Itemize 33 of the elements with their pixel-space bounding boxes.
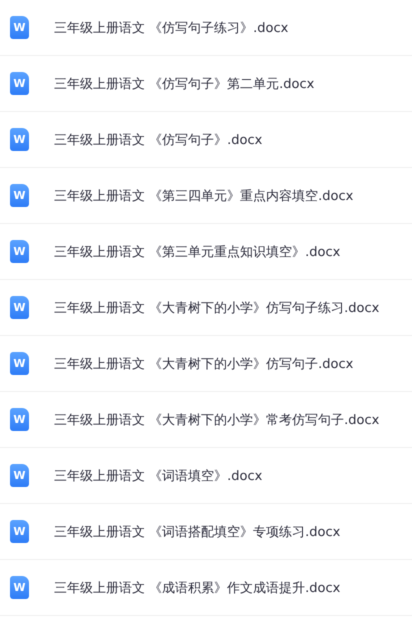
word-file-icon: W: [10, 576, 29, 599]
file-name: 三年级上册语文 《大青树下的小学》仿写句子练习.docx: [54, 300, 380, 316]
word-file-icon: W: [10, 184, 29, 207]
word-file-icon: W: [10, 296, 29, 319]
file-row[interactable]: W 三年级上册语文 《大青树下的小学》仿写句子.docx: [0, 336, 412, 392]
word-file-icon: W: [10, 408, 29, 431]
file-name: 三年级上册语文 《词语搭配填空》专项练习.docx: [54, 524, 340, 540]
file-name: 三年级上册语文 《第三单元重点知识填空》.docx: [54, 244, 340, 260]
file-name: 三年级上册语文 《仿写句子》第二单元.docx: [54, 76, 314, 92]
file-name: 三年级上册语文 《大青树下的小学》仿写句子.docx: [54, 356, 354, 372]
file-row[interactable]: W 三年级上册语文 《词语搭配填空》专项练习.docx: [0, 504, 412, 560]
word-file-icon: W: [10, 352, 29, 375]
file-row[interactable]: W 三年级上册语文 《仿写句子练习》.docx: [0, 0, 412, 56]
word-file-icon: W: [10, 464, 29, 487]
file-row[interactable]: W 三年级上册语文 《第三四单元》重点内容填空.docx: [0, 168, 412, 224]
file-row[interactable]: W 三年级上册语文 《成语积累》作文成语提升.docx: [0, 560, 412, 616]
word-file-icon: W: [10, 240, 29, 263]
file-row[interactable]: W 三年级上册语文 《第三单元重点知识填空》.docx: [0, 224, 412, 280]
file-row[interactable]: W 三年级上册语文 《仿写句子》.docx: [0, 112, 412, 168]
word-file-icon: W: [10, 520, 29, 543]
file-row[interactable]: W 三年级上册语文 《词语填空》.docx: [0, 448, 412, 504]
file-row[interactable]: W 三年级上册语文 《大青树下的小学》仿写句子练习.docx: [0, 280, 412, 336]
file-name: 三年级上册语文 《大青树下的小学》常考仿写句子.docx: [54, 412, 380, 428]
file-name: 三年级上册语文 《词语填空》.docx: [54, 468, 262, 484]
word-file-icon: W: [10, 72, 29, 95]
word-file-icon: W: [10, 128, 29, 151]
word-file-icon: W: [10, 16, 29, 39]
file-name: 三年级上册语文 《第三四单元》重点内容填空.docx: [54, 188, 354, 204]
file-row[interactable]: W 三年级上册语文 《大青树下的小学》常考仿写句子.docx: [0, 392, 412, 448]
file-name: 三年级上册语文 《成语积累》作文成语提升.docx: [54, 580, 340, 596]
file-row[interactable]: W 三年级上册语文 《仿写句子》第二单元.docx: [0, 56, 412, 112]
file-name: 三年级上册语文 《仿写句子》.docx: [54, 132, 262, 148]
file-name: 三年级上册语文 《仿写句子练习》.docx: [54, 20, 288, 36]
